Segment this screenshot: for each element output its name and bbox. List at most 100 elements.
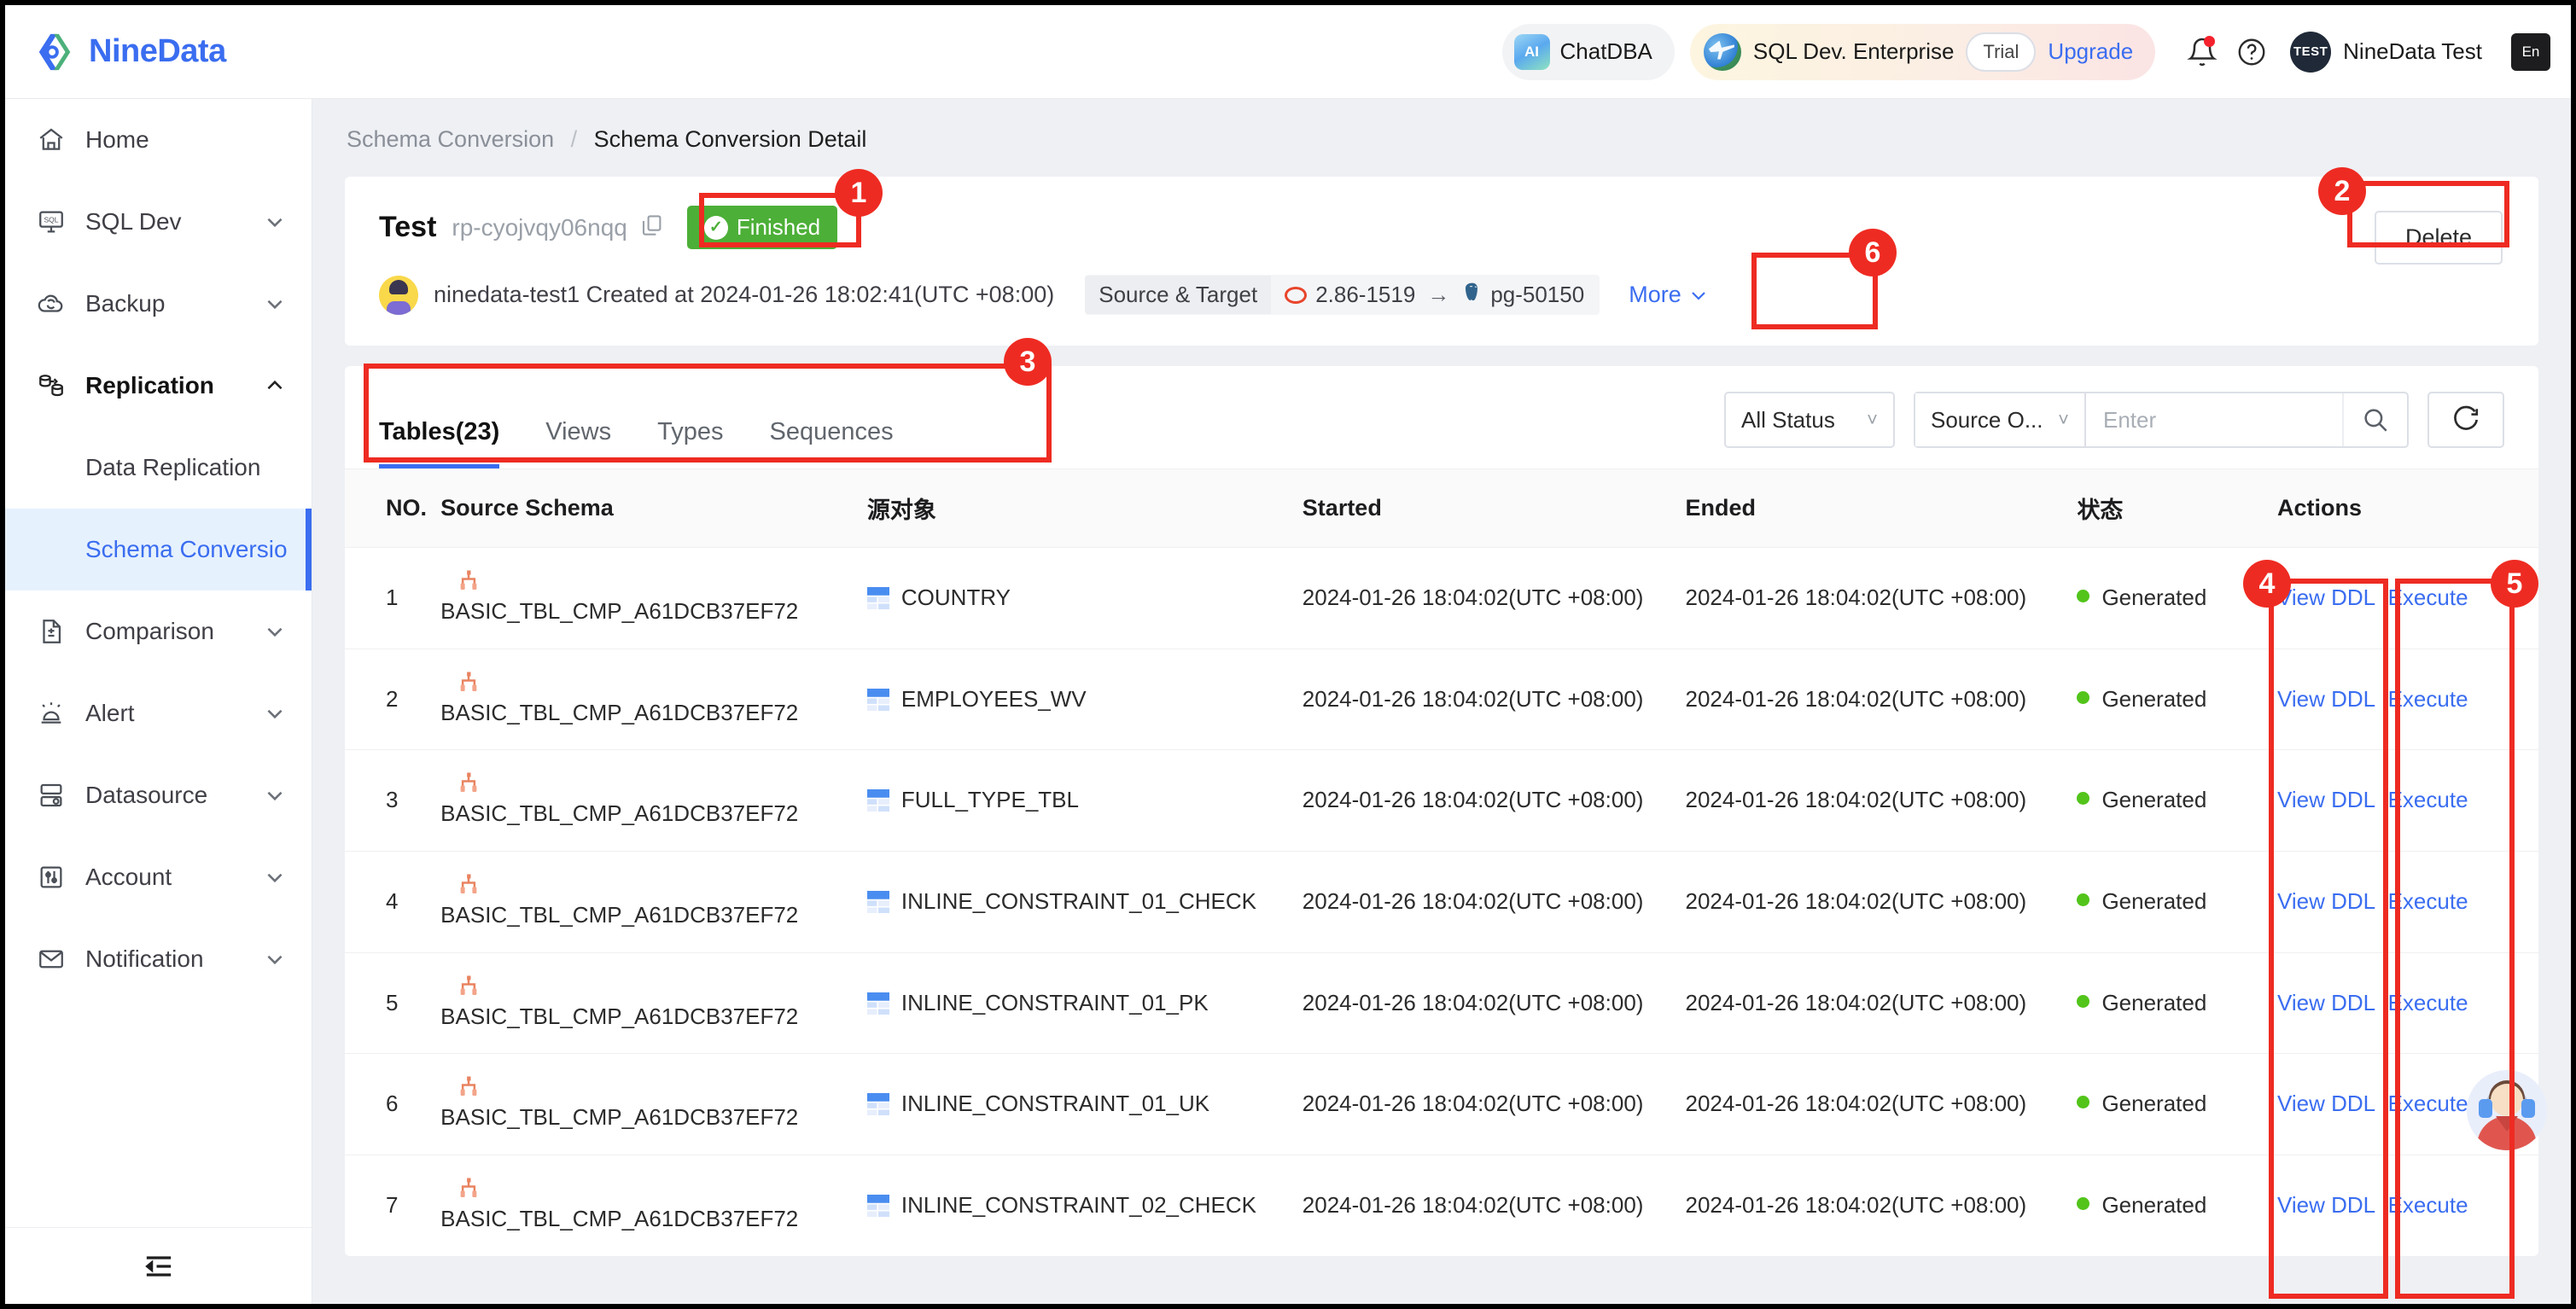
sidebar-item-label: Comparison — [85, 618, 214, 644]
execute-link[interactable]: Execute — [2388, 787, 2468, 812]
annotation-number-5: 5 — [2491, 560, 2538, 608]
help-button[interactable] — [2227, 27, 2276, 77]
status-badge-label: Finished — [736, 214, 821, 240]
cell-source-object: EMPLOYEES_WV — [866, 648, 1303, 750]
check-icon: ✓ — [703, 215, 728, 240]
page-title: Test — [379, 211, 437, 243]
sidebar-item-datasource[interactable]: Datasource — [5, 754, 312, 836]
help-circle-icon — [2238, 38, 2265, 65]
annotation-number-6: 6 — [1849, 229, 1897, 276]
view-ddl-link[interactable]: View DDL — [2277, 990, 2375, 1015]
chatdba-button[interactable]: AI ChatDBA — [1501, 23, 1675, 80]
sidebar-item-sql-dev[interactable]: SQL SQL Dev — [5, 181, 312, 263]
execute-link[interactable]: Execute — [2388, 1091, 2468, 1116]
notification-bell-button[interactable] — [2177, 27, 2227, 77]
collapse-sidebar-icon — [144, 1255, 171, 1277]
execute-link[interactable]: Execute — [2388, 686, 2468, 712]
view-ddl-link[interactable]: View DDL — [2277, 686, 2375, 712]
collapse-sidebar-button[interactable] — [5, 1227, 312, 1304]
source-target-label: Source & Target — [1085, 276, 1272, 314]
cell-no: 2 — [345, 648, 441, 750]
cell-actions: View DDL Execute — [2277, 1155, 2538, 1256]
object-type-tabs: Tables(23) Views Types Sequences All Sta… — [345, 366, 2538, 468]
objects-table-wrap: NO. Source Schema 源对象 Started Ended 状态 A… — [345, 468, 2538, 1256]
sidebar-item-account[interactable]: Account — [5, 836, 312, 918]
search-button[interactable] — [2342, 393, 2407, 446]
cell-started: 2024-01-26 18:04:02(UTC +08:00) — [1302, 749, 1686, 852]
sidebar-item-label: Home — [85, 126, 149, 153]
sidebar-item-label: Notification — [85, 945, 204, 972]
notification-dot — [2204, 35, 2216, 47]
sql-dev-icon: SQL — [34, 207, 68, 236]
target-db-name: pg-50150 — [1490, 282, 1585, 307]
status-dot — [2077, 994, 2090, 1008]
table-row: 7 BASIC_TBL_CMP_A61DCB37EF72 INLINE_CONSTR… — [345, 1155, 2538, 1256]
status-dot — [2077, 590, 2090, 602]
copy-icon[interactable] — [639, 212, 665, 242]
sidebar-item-comparison[interactable]: Comparison — [5, 591, 312, 672]
upgrade-link[interactable]: Upgrade — [2048, 38, 2133, 65]
breadcrumb-separator: / — [570, 126, 578, 152]
search-input[interactable] — [2086, 393, 2342, 446]
execute-link[interactable]: Execute — [2388, 585, 2468, 610]
breadcrumb-parent[interactable]: Schema Conversion — [347, 126, 554, 152]
trial-badge: Trial — [1966, 32, 2037, 72]
user-avatar[interactable]: TEST — [2290, 31, 2332, 73]
alert-icon — [34, 699, 68, 728]
app-window: NineData AI ChatDBA SQL Dev. Enterprise … — [0, 0, 2576, 1309]
brand-logo-group[interactable]: NineData — [5, 31, 312, 73]
view-ddl-link[interactable]: View DDL — [2277, 1192, 2375, 1218]
execute-link[interactable]: Execute — [2388, 888, 2468, 914]
chevron-down-icon: ˅ — [2058, 409, 2069, 430]
execute-link[interactable]: Execute — [2388, 990, 2468, 1015]
sidebar-item-schema-conversion[interactable]: Schema Conversio — [5, 509, 312, 591]
view-ddl-link[interactable]: View DDL — [2277, 888, 2375, 914]
table-header-row: NO. Source Schema 源对象 Started Ended 状态 A… — [345, 468, 2538, 548]
tab-views[interactable]: Views — [545, 418, 611, 468]
status-dot — [2077, 1096, 2090, 1109]
tab-sequences[interactable]: Sequences — [770, 418, 894, 468]
more-dropdown-button[interactable]: More — [1629, 282, 1709, 308]
cell-actions: View DDL Execute — [2277, 951, 2538, 1054]
cell-no: 5 — [345, 951, 441, 1054]
execute-link[interactable]: Execute — [2388, 1192, 2468, 1218]
notification-mail-icon — [34, 945, 68, 974]
view-ddl-link[interactable]: View DDL — [2277, 585, 2375, 610]
language-switch-button[interactable]: En — [2511, 32, 2550, 71]
cell-ended: 2024-01-26 18:04:02(UTC +08:00) — [1685, 749, 2078, 852]
search-group: Source O... ˅ — [1914, 392, 2409, 448]
cell-source-schema: BASIC_TBL_CMP_A61DCB37EF72 — [440, 547, 867, 649]
table-row: 3 BASIC_TBL_CMP_A61DCB37EF72 FULL_TYPE_TBL… — [345, 749, 2538, 852]
cell-no: 4 — [345, 851, 441, 953]
chevron-down-icon — [267, 218, 283, 228]
cell-source-object: COUNTRY — [866, 547, 1303, 649]
ninedata-logo-icon — [38, 33, 71, 70]
search-field-select[interactable]: Source O... ˅ — [1915, 393, 2086, 446]
status-filter-select[interactable]: All Status ˅ — [1724, 392, 1895, 448]
sidebar-item-data-replication[interactable]: Data Replication — [5, 427, 312, 509]
task-title-row: Test rp-cyojvqy06nqq ✓ Finished — [379, 206, 2504, 249]
view-ddl-link[interactable]: View DDL — [2277, 787, 2375, 812]
comparison-icon — [34, 617, 68, 646]
refresh-icon — [2454, 405, 2479, 430]
customer-service-icon[interactable] — [2467, 1070, 2547, 1150]
tab-tables[interactable]: Tables(23) — [379, 418, 500, 468]
sidebar-item-alert[interactable]: Alert — [5, 672, 312, 754]
status-badge: ✓ Finished — [686, 206, 838, 249]
cell-source-object: INLINE_CONSTRAINT_01_CHECK — [866, 851, 1303, 953]
chevron-down-icon — [267, 709, 283, 719]
enterprise-plan-group[interactable]: SQL Dev. Enterprise Trial Upgrade — [1689, 23, 2156, 80]
brand-name: NineData — [89, 33, 226, 69]
sidebar-item-replication[interactable]: Replication — [5, 345, 312, 427]
user-name-label[interactable]: NineData Test — [2343, 38, 2482, 65]
sidebar-item-notification[interactable]: Notification — [5, 918, 312, 1000]
view-ddl-link[interactable]: View DDL — [2277, 1091, 2375, 1116]
refresh-button[interactable] — [2427, 392, 2504, 448]
cell-ended: 2024-01-26 18:04:02(UTC +08:00) — [1685, 547, 2078, 649]
cell-source-schema: BASIC_TBL_CMP_A61DCB37EF72 — [440, 1155, 867, 1256]
sidebar-item-backup[interactable]: Backup — [5, 263, 312, 345]
sidebar-item-home[interactable]: Home — [5, 99, 312, 181]
cell-status: Generated — [2077, 851, 2277, 953]
delete-button[interactable]: Delete — [2374, 211, 2503, 265]
tab-types[interactable]: Types — [657, 418, 723, 468]
